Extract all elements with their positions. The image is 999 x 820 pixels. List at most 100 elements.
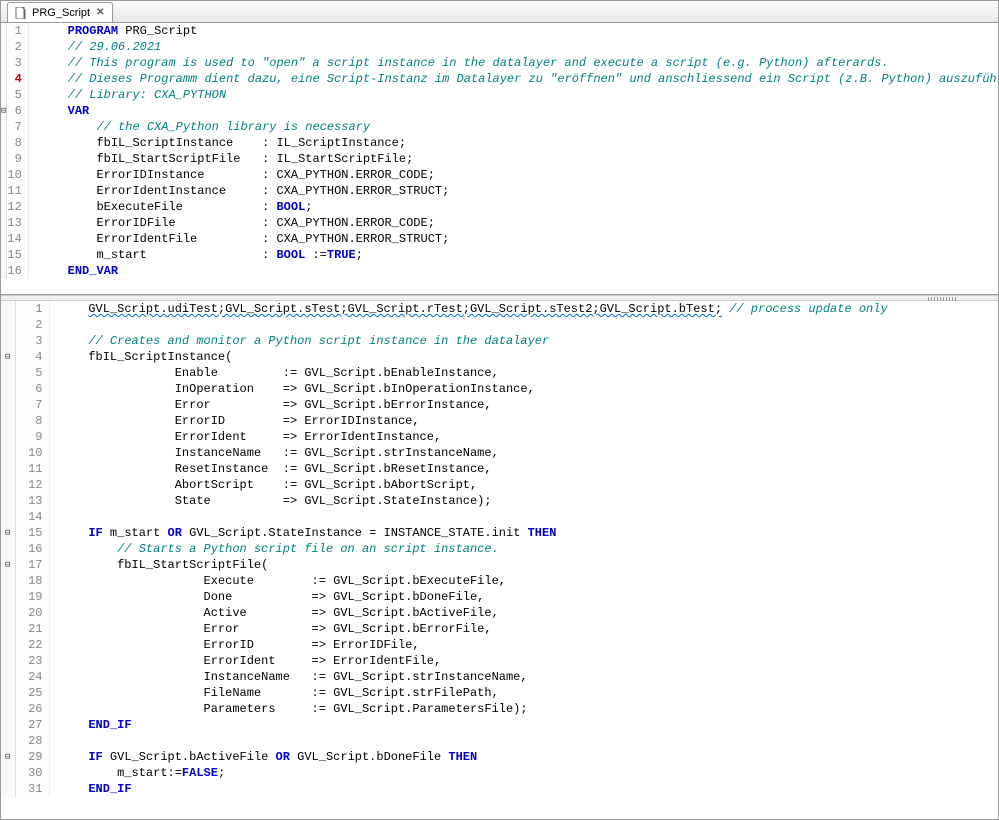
collapse-icon[interactable]: ⊟ [5,528,10,538]
pane-splitter[interactable] [1,295,998,301]
code-text[interactable]: IF m_start OR GVL_Script.StateInstance =… [49,525,998,541]
code-text[interactable]: Active => GVL_Script.bActiveFile, [49,605,998,621]
code-line[interactable]: 9 fbIL_StartScriptFile : IL_StartScriptF… [1,151,998,167]
code-line[interactable]: 16 END_VAR [1,263,998,279]
code-line[interactable]: 22 ErrorID => ErrorIDFile, [1,637,998,653]
code-line[interactable]: 16 // Starts a Python script file on an … [1,541,998,557]
code-line[interactable]: 31 END_IF [1,781,998,797]
code-text[interactable]: bExecuteFile : BOOL; [28,199,998,215]
code-text[interactable]: ErrorID => ErrorIDFile, [49,637,998,653]
close-icon[interactable]: ✕ [96,7,104,18]
fold-gutter[interactable]: ⊟ [1,103,7,119]
code-text[interactable]: Execute := GVL_Script.bExecuteFile, [49,573,998,589]
code-text[interactable]: END_IF [49,717,998,733]
code-line[interactable]: ⊟4 fbIL_ScriptInstance( [1,349,998,365]
code-text[interactable]: // the CXA_Python library is necessary [28,119,998,135]
code-text[interactable]: // Creates and monitor a Python script i… [49,333,998,349]
code-text[interactable]: InstanceName := GVL_Script.strInstanceNa… [49,669,998,685]
implementation-pane[interactable]: 1 GVL_Script.udiTest;GVL_Script.sTest;GV… [1,301,998,819]
code-text[interactable]: ErrorIdent => ErrorIdentFile, [49,653,998,669]
collapse-icon[interactable]: ⊟ [1,106,6,116]
code-text[interactable]: Done => GVL_Script.bDoneFile, [49,589,998,605]
code-text[interactable]: AbortScript := GVL_Script.bAbortScript, [49,477,998,493]
code-line[interactable]: 1 GVL_Script.udiTest;GVL_Script.sTest;GV… [1,301,998,317]
code-line[interactable]: 11 ResetInstance := GVL_Script.bResetIns… [1,461,998,477]
code-line[interactable]: 3 // Creates and monitor a Python script… [1,333,998,349]
code-text[interactable]: Enable := GVL_Script.bEnableInstance, [49,365,998,381]
code-line[interactable]: 24 InstanceName := GVL_Script.strInstanc… [1,669,998,685]
code-line[interactable]: 8 fbIL_ScriptInstance : IL_ScriptInstanc… [1,135,998,151]
code-text[interactable]: fbIL_ScriptInstance : IL_ScriptInstance; [28,135,998,151]
code-line[interactable]: 13 ErrorIDFile : CXA_PYTHON.ERROR_CODE; [1,215,998,231]
code-text[interactable]: END_IF [49,781,998,797]
code-text[interactable]: END_VAR [28,263,998,279]
code-text[interactable]: ErrorID => ErrorIDInstance, [49,413,998,429]
tab-prg-script[interactable]: PRG_Script ✕ [7,2,113,22]
code-line[interactable]: ⊟29 IF GVL_Script.bActiveFile OR GVL_Scr… [1,749,998,765]
collapse-icon[interactable]: ⊟ [5,352,10,362]
code-line[interactable]: 26 Parameters := GVL_Script.ParametersFi… [1,701,998,717]
code-text[interactable] [49,733,998,749]
code-text[interactable]: ErrorIdent => ErrorIdentInstance, [49,429,998,445]
code-line[interactable]: 21 Error => GVL_Script.bErrorFile, [1,621,998,637]
code-text[interactable] [49,317,998,333]
code-text[interactable]: fbIL_StartScriptFile( [49,557,998,573]
fold-gutter[interactable]: ⊟ [1,749,15,765]
code-text[interactable]: // 29.06.2021 [28,39,998,55]
code-text[interactable]: // Library: CXA_PYTHON [28,87,998,103]
code-line[interactable]: 8 ErrorID => ErrorIDInstance, [1,413,998,429]
code-line[interactable]: 4 // Dieses Programm dient dazu, eine Sc… [1,71,998,87]
code-line[interactable]: 11 ErrorIdentInstance : CXA_PYTHON.ERROR… [1,183,998,199]
fold-gutter[interactable]: ⊟ [1,349,15,365]
code-text[interactable]: InOperation => GVL_Script.bInOperationIn… [49,381,998,397]
code-text[interactable]: ErrorIDInstance : CXA_PYTHON.ERROR_CODE; [28,167,998,183]
code-line[interactable]: 3 // This program is used to "open" a sc… [1,55,998,71]
code-text[interactable]: Error => GVL_Script.bErrorInstance, [49,397,998,413]
code-line[interactable]: 7 Error => GVL_Script.bErrorInstance, [1,397,998,413]
code-line[interactable]: 27 END_IF [1,717,998,733]
code-text[interactable]: ResetInstance := GVL_Script.bResetInstan… [49,461,998,477]
code-text[interactable]: m_start : BOOL :=TRUE; [28,247,998,263]
code-line[interactable]: 6 InOperation => GVL_Script.bInOperation… [1,381,998,397]
code-line[interactable]: 20 Active => GVL_Script.bActiveFile, [1,605,998,621]
code-line[interactable]: 14 [1,509,998,525]
code-text[interactable]: InstanceName := GVL_Script.strInstanceNa… [49,445,998,461]
code-line[interactable]: 1 PROGRAM PRG_Script [1,23,998,39]
code-line[interactable]: 19 Done => GVL_Script.bDoneFile, [1,589,998,605]
code-text[interactable]: m_start:=FALSE; [49,765,998,781]
code-line[interactable]: 13 State => GVL_Script.StateInstance); [1,493,998,509]
code-line[interactable]: 5 // Library: CXA_PYTHON [1,87,998,103]
code-text[interactable]: GVL_Script.udiTest;GVL_Script.sTest;GVL_… [49,301,998,317]
code-text[interactable]: ErrorIdentInstance : CXA_PYTHON.ERROR_ST… [28,183,998,199]
code-line[interactable]: ⊟15 IF m_start OR GVL_Script.StateInstan… [1,525,998,541]
code-line[interactable]: 9 ErrorIdent => ErrorIdentInstance, [1,429,998,445]
code-line[interactable]: 30 m_start:=FALSE; [1,765,998,781]
collapse-icon[interactable]: ⊟ [5,560,10,570]
code-text[interactable]: State => GVL_Script.StateInstance); [49,493,998,509]
code-text[interactable]: // Starts a Python script file on an scr… [49,541,998,557]
code-line[interactable]: 10 InstanceName := GVL_Script.strInstanc… [1,445,998,461]
code-text[interactable]: PROGRAM PRG_Script [28,23,998,39]
code-text[interactable]: // This program is used to "open" a scri… [28,55,998,71]
code-line[interactable]: ⊟6 VAR [1,103,998,119]
code-text[interactable]: fbIL_ScriptInstance( [49,349,998,365]
code-line[interactable]: 25 FileName := GVL_Script.strFilePath, [1,685,998,701]
code-text[interactable]: fbIL_StartScriptFile : IL_StartScriptFil… [28,151,998,167]
fold-gutter[interactable]: ⊟ [1,557,15,573]
code-text[interactable]: Parameters := GVL_Script.ParametersFile)… [49,701,998,717]
code-line[interactable]: 23 ErrorIdent => ErrorIdentFile, [1,653,998,669]
code-text[interactable]: Error => GVL_Script.bErrorFile, [49,621,998,637]
code-text[interactable]: ErrorIDFile : CXA_PYTHON.ERROR_CODE; [28,215,998,231]
code-line[interactable]: 12 AbortScript := GVL_Script.bAbortScrip… [1,477,998,493]
code-text[interactable]: VAR [28,103,998,119]
code-text[interactable] [49,509,998,525]
fold-gutter[interactable]: ⊟ [1,525,15,541]
declaration-pane[interactable]: 1 PROGRAM PRG_Script2 // 29.06.20213 // … [1,23,998,295]
code-line[interactable]: 10 ErrorIDInstance : CXA_PYTHON.ERROR_CO… [1,167,998,183]
code-line[interactable]: 7 // the CXA_Python library is necessary [1,119,998,135]
code-line[interactable]: 14 ErrorIdentFile : CXA_PYTHON.ERROR_STR… [1,231,998,247]
code-line[interactable]: ⊟17 fbIL_StartScriptFile( [1,557,998,573]
code-line[interactable]: 15 m_start : BOOL :=TRUE; [1,247,998,263]
code-line[interactable]: 5 Enable := GVL_Script.bEnableInstance, [1,365,998,381]
code-text[interactable]: // Dieses Programm dient dazu, eine Scri… [28,71,998,87]
